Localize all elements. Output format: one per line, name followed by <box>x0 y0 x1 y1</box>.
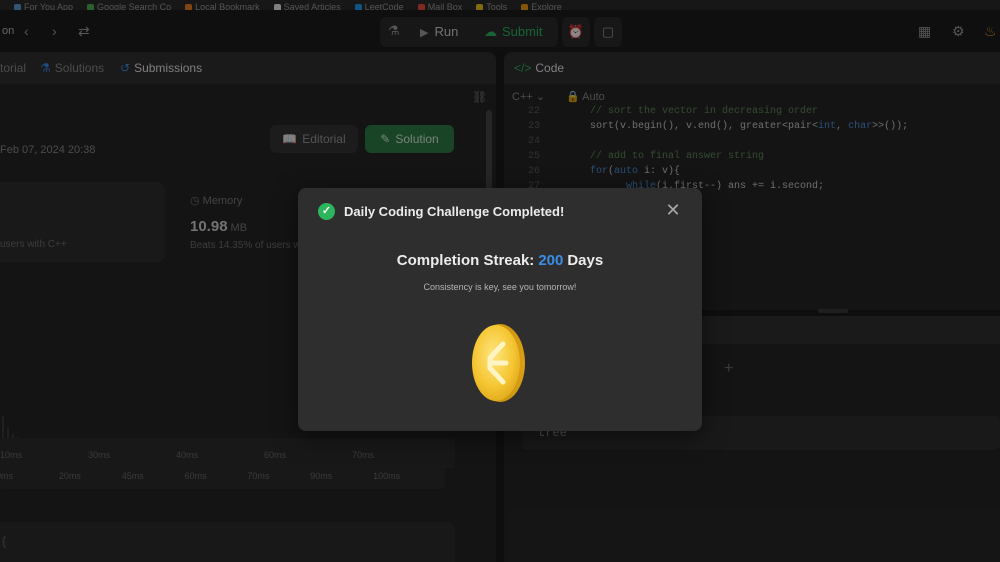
consistency-message: Consistency is key, see you tomorrow! <box>423 282 577 292</box>
streak-count: 200 <box>538 252 564 269</box>
close-icon[interactable]: ✕ <box>662 199 684 221</box>
completion-streak: Completion Streak: 200 Days <box>396 252 604 269</box>
modal-title: Daily Coding Challenge Completed! <box>344 204 565 219</box>
challenge-modal: ✓ Daily Coding Challenge Completed! ✕ Co… <box>298 188 702 431</box>
check-circle-icon: ✓ <box>318 203 335 220</box>
coin-icon <box>472 324 525 402</box>
